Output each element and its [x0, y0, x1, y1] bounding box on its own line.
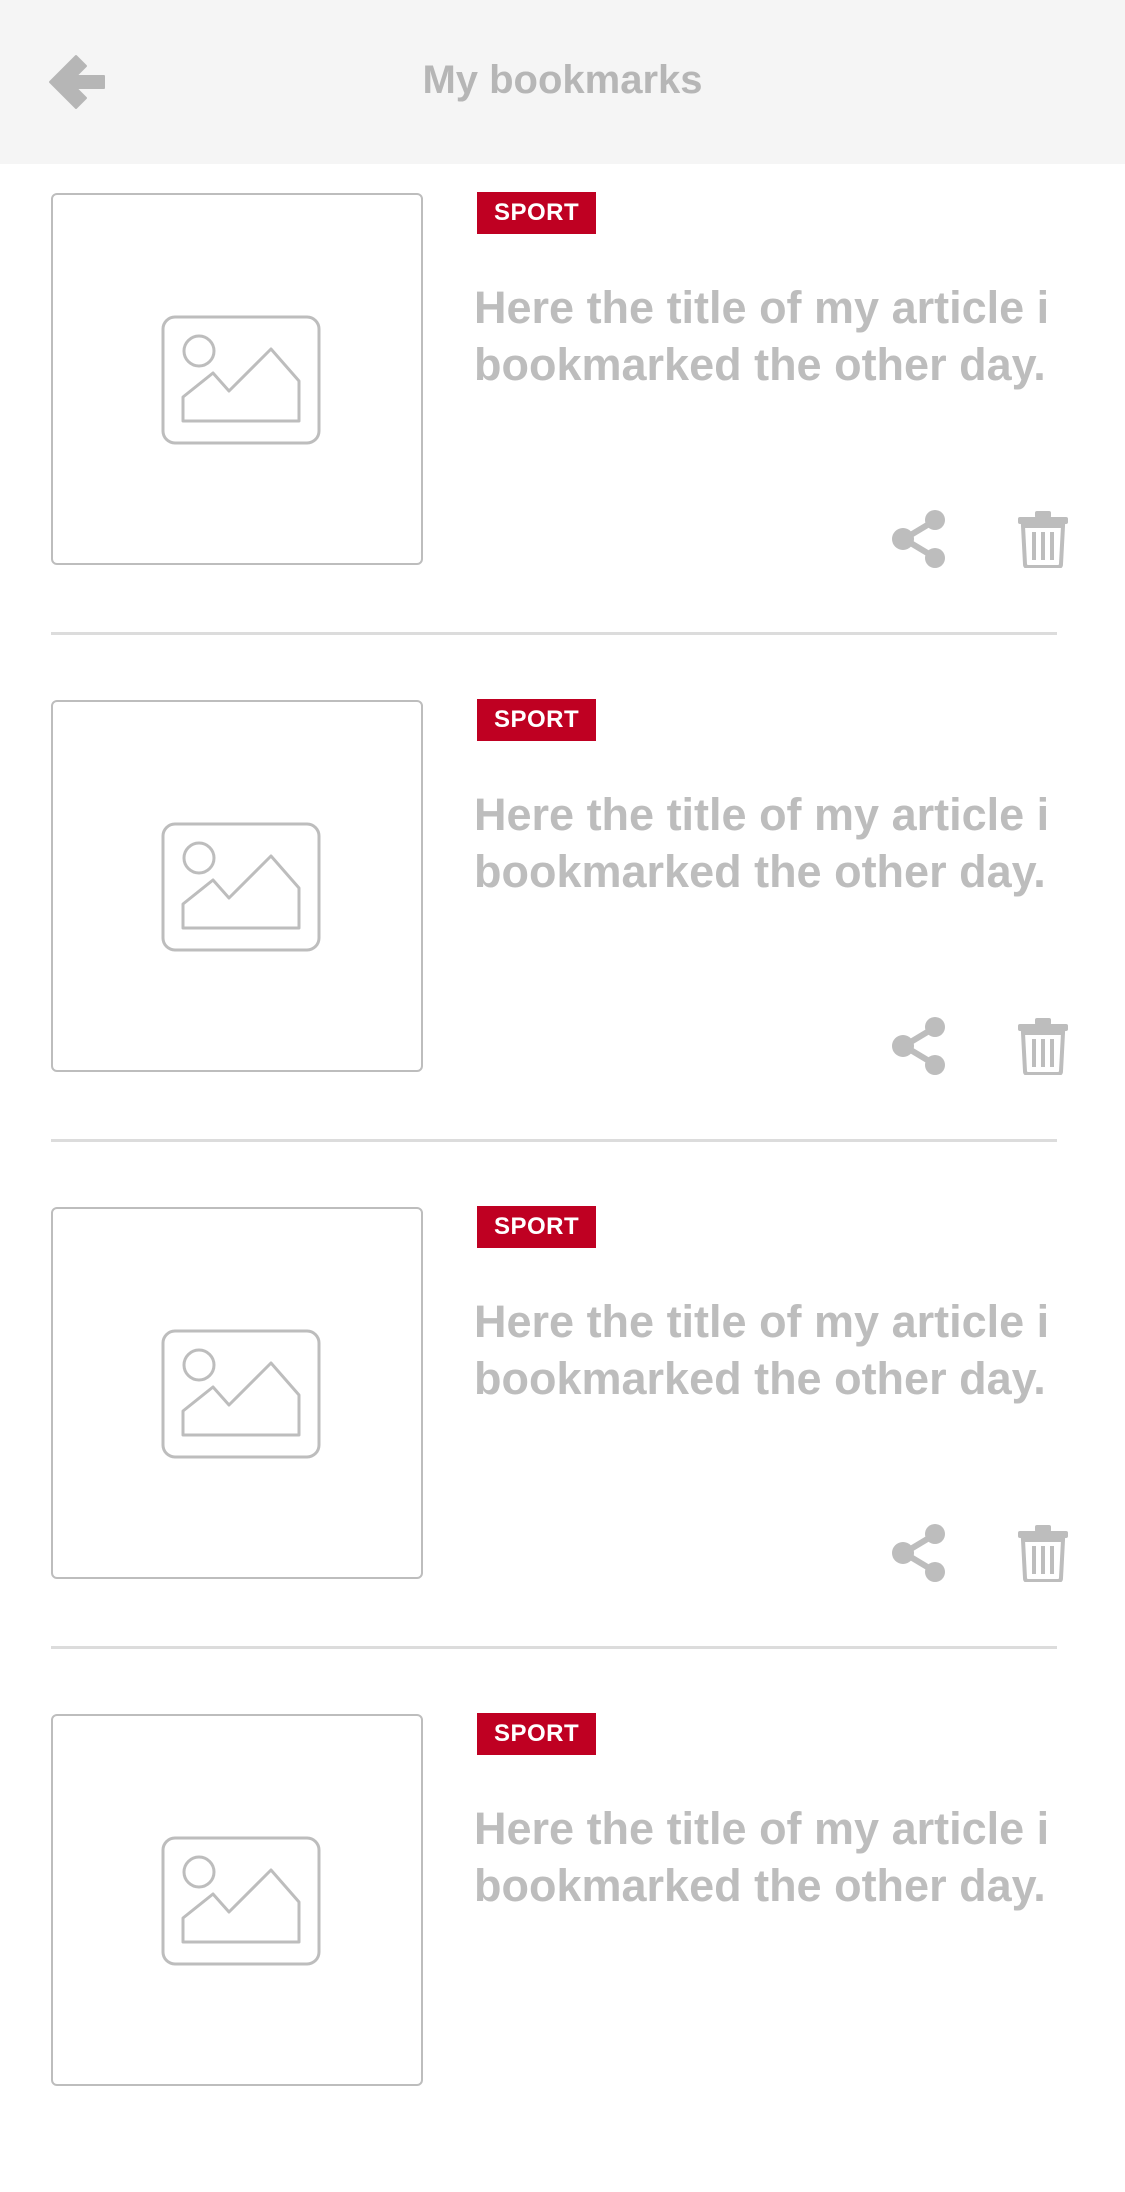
category-badge[interactable]: SPORT	[477, 192, 597, 234]
image-placeholder-icon	[161, 1836, 321, 1966]
trash-icon	[1018, 1018, 1068, 1076]
article-title[interactable]: Here the title of my article i bookmarke…	[474, 1293, 1074, 1407]
article-thumbnail[interactable]	[51, 700, 423, 1072]
bookmark-item[interactable]: SPORT Here the title of my article i boo…	[0, 1178, 1125, 1685]
page-title: My bookmarks	[422, 58, 703, 102]
article-thumbnail[interactable]	[51, 1714, 423, 2086]
delete-button[interactable]	[1016, 1524, 1070, 1583]
delete-button[interactable]	[1016, 1017, 1070, 1076]
article-title[interactable]: Here the title of my article i bookmarke…	[474, 786, 1074, 900]
app-header: My bookmarks	[0, 0, 1125, 164]
divider	[51, 1139, 1057, 1142]
divider	[51, 1646, 1057, 1649]
image-placeholder-icon	[161, 1329, 321, 1459]
share-button[interactable]	[890, 1524, 948, 1582]
bookmark-item[interactable]: SPORT Here the title of my article i boo…	[0, 164, 1125, 671]
trash-icon	[1018, 1525, 1068, 1583]
category-badge[interactable]: SPORT	[477, 1713, 597, 1755]
divider	[51, 632, 1057, 635]
article-thumbnail[interactable]	[51, 193, 423, 565]
bookmark-list: SPORT Here the title of my article i boo…	[0, 164, 1125, 2192]
article-title[interactable]: Here the title of my article i bookmarke…	[474, 279, 1074, 393]
trash-icon	[1018, 511, 1068, 569]
category-badge[interactable]: SPORT	[477, 699, 597, 741]
article-thumbnail[interactable]	[51, 1207, 423, 1579]
image-placeholder-icon	[161, 822, 321, 952]
share-button[interactable]	[890, 1017, 948, 1075]
bookmark-item[interactable]: SPORT Here the title of my article i boo…	[0, 1685, 1125, 2192]
article-title[interactable]: Here the title of my article i bookmarke…	[474, 1800, 1074, 1914]
delete-button[interactable]	[1016, 510, 1070, 569]
share-icon	[892, 510, 945, 568]
share-button[interactable]	[890, 510, 948, 568]
share-icon	[892, 1017, 945, 1075]
image-placeholder-icon	[161, 315, 321, 445]
share-icon	[892, 1524, 945, 1582]
category-badge[interactable]: SPORT	[477, 1206, 597, 1248]
bookmark-item[interactable]: SPORT Here the title of my article i boo…	[0, 671, 1125, 1178]
